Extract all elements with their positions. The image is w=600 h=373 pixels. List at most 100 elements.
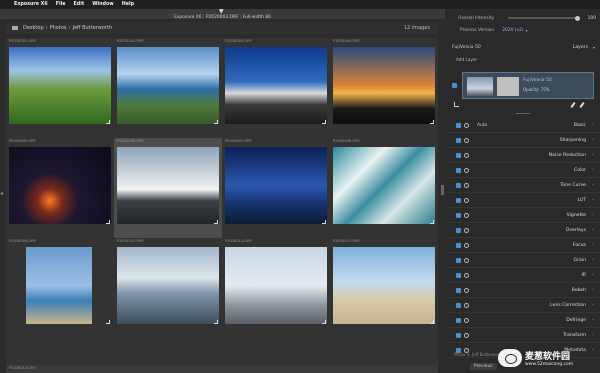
chevron-left-icon[interactable]: ‹ <box>592 197 594 203</box>
filter-focus[interactable]: Focus ‹ <box>446 238 600 253</box>
panel-divider-handle[interactable] <box>516 113 530 114</box>
breadcrumb-photos[interactable]: Photos <box>50 25 67 31</box>
overall-intensity-slider[interactable] <box>508 17 580 19</box>
thumbnail-cell[interactable]: P2020010.ORF <box>114 238 222 338</box>
crop-icon[interactable] <box>454 102 459 107</box>
filter-overlays[interactable]: Overlays ‹ <box>446 223 600 238</box>
thumbnail-cell[interactable]: P2020007.ORF <box>222 138 330 238</box>
thumbnail-cell[interactable]: P2020006.ORF <box>114 138 222 238</box>
filter-tone-curve[interactable]: Tone Curve ‹ <box>446 178 600 193</box>
overall-intensity-knob[interactable] <box>575 15 580 21</box>
filter-reset-icon[interactable] <box>464 257 469 263</box>
left-panel-toggle-icon[interactable]: ◂ <box>0 190 3 197</box>
filter-grain[interactable]: Grain ‹ <box>446 253 600 268</box>
filter-visibility-icon[interactable] <box>456 332 461 338</box>
filter-reset-icon[interactable] <box>464 302 469 308</box>
filter-reset-icon[interactable] <box>464 167 469 173</box>
eraser-icon[interactable] <box>579 101 585 109</box>
chevron-left-icon[interactable]: ‹ <box>592 122 594 128</box>
thumbnail-cell[interactable]: P2020004.ORF <box>330 38 438 138</box>
thumbnail-cell[interactable]: P2020008.ORF <box>330 138 438 238</box>
thumbnail-image[interactable] <box>333 147 435 224</box>
thumbnail-image[interactable] <box>9 147 111 224</box>
brush-icon[interactable] <box>570 101 576 109</box>
thumbnail-image[interactable] <box>117 47 219 124</box>
chevron-left-icon[interactable]: ‹ <box>592 212 594 218</box>
filter-visibility-icon[interactable] <box>456 122 461 128</box>
filter-reset-icon[interactable] <box>464 272 469 278</box>
thumbnail-image[interactable] <box>117 147 219 224</box>
filter-visibility-icon[interactable] <box>456 137 461 143</box>
filter-color[interactable]: Color ‹ <box>446 163 600 178</box>
filter-reset-icon[interactable] <box>464 122 469 128</box>
filter-reset-icon[interactable] <box>464 287 469 293</box>
filter-visibility-icon[interactable] <box>456 302 461 308</box>
chevron-left-icon[interactable]: ‹ <box>592 302 594 308</box>
thumbnail-image[interactable] <box>225 147 327 224</box>
chevron-left-icon[interactable]: ‹ <box>592 287 594 293</box>
filter-reset-icon[interactable] <box>464 212 469 218</box>
filter-visibility-icon[interactable] <box>456 197 461 203</box>
filter-reset-icon[interactable] <box>464 332 469 338</box>
thumbnail-cell[interactable]: P2020002.ORF <box>114 38 222 138</box>
thumbnail-image[interactable] <box>9 47 111 124</box>
chevron-left-icon[interactable]: ‹ <box>592 332 594 338</box>
filter-visibility-icon[interactable] <box>456 257 461 263</box>
thumbnail-image[interactable] <box>26 247 92 324</box>
filter-basic[interactable]: Auto Basic ‹ <box>446 118 600 133</box>
thumbnail-cell[interactable]: P2020012.ORF <box>330 238 438 338</box>
chevron-left-icon[interactable]: ‹ <box>592 317 594 323</box>
filter-lens-correction[interactable]: Lens Correction ‹ <box>446 298 600 313</box>
thumbnail-image[interactable] <box>333 47 435 124</box>
filter-visibility-icon[interactable] <box>456 152 461 158</box>
filter-visibility-icon[interactable] <box>456 272 461 278</box>
filter-visibility-icon[interactable] <box>456 212 461 218</box>
filter-reset-icon[interactable] <box>464 317 469 323</box>
thumbnail-image[interactable] <box>333 247 435 324</box>
visibility-icon[interactable] <box>452 83 457 88</box>
chevron-left-icon[interactable]: ‹ <box>592 182 594 188</box>
menu-file[interactable]: File <box>56 2 66 7</box>
filter-reset-icon[interactable] <box>464 182 469 188</box>
thumbnail-image[interactable] <box>225 247 327 324</box>
layers-dropdown[interactable]: Layers <box>573 45 588 50</box>
filter-defringe[interactable]: Defringe ‹ <box>446 313 600 328</box>
chevron-left-icon[interactable]: ‹ <box>592 152 594 158</box>
chevron-left-icon[interactable]: ‹ <box>592 137 594 143</box>
menu-window[interactable]: Window <box>92 2 114 7</box>
chevron-left-icon[interactable]: ‹ <box>592 272 594 278</box>
collapse-toolbar-icon[interactable]: ▼ <box>219 8 224 15</box>
filter-lut[interactable]: LUT ‹ <box>446 193 600 208</box>
add-layer-button[interactable]: Add Layer <box>456 57 477 62</box>
thumbnail-cell[interactable]: P2020001.ORF <box>6 38 114 138</box>
layer-item[interactable]: FujiVelvia 50 Opacity: 75% <box>462 72 594 99</box>
filter-transform[interactable]: Transform ‹ <box>446 328 600 343</box>
chevron-left-icon[interactable]: ‹ <box>592 167 594 173</box>
thumbnail-cell[interactable]: P2020003.ORF <box>222 38 330 138</box>
thumbnail-cell[interactable]: P2020011.ORF <box>222 238 330 338</box>
chevron-left-icon[interactable]: ‹ <box>592 257 594 263</box>
filter-bokeh[interactable]: Bokeh ‹ <box>446 283 600 298</box>
filter-visibility-icon[interactable] <box>456 167 461 173</box>
chevron-left-icon[interactable]: ‹ <box>592 227 594 233</box>
process-version-select[interactable]: 2020 (v2) <box>502 28 523 33</box>
thumbnail-cell[interactable]: P2020009.ORF <box>6 238 114 338</box>
filter-reset-icon[interactable] <box>464 152 469 158</box>
filter-reset-icon[interactable] <box>464 227 469 233</box>
filter-reset-icon[interactable] <box>464 137 469 143</box>
filter-reset-icon[interactable] <box>464 242 469 248</box>
filter-visibility-icon[interactable] <box>456 242 461 248</box>
panel-resize-handle[interactable] <box>441 185 444 195</box>
thumbnail-image[interactable] <box>225 47 327 124</box>
filter-ir[interactable]: IR ‹ <box>446 268 600 283</box>
breadcrumb-folder[interactable]: Jeff Butterworth <box>73 25 113 31</box>
menu-edit[interactable]: Edit <box>74 2 85 7</box>
filter-visibility-icon[interactable] <box>456 182 461 188</box>
filter-visibility-icon[interactable] <box>456 317 461 323</box>
filter-noise-reduction[interactable]: Noise Reduction ‹ <box>446 148 600 163</box>
thumbnail-image[interactable] <box>117 247 219 324</box>
thumbnail-cell[interactable]: P2020005.ORF <box>6 138 114 238</box>
filter-sharpening[interactable]: Sharpening ‹ <box>446 133 600 148</box>
auto-button[interactable]: Auto <box>477 123 487 128</box>
menu-app[interactable]: Exposure X6 <box>14 2 48 7</box>
